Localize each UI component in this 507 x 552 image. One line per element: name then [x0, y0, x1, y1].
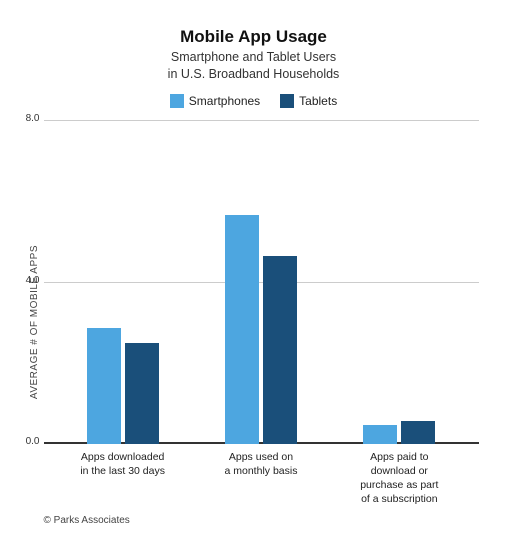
tablets-swatch [280, 94, 294, 108]
chart-container: Mobile App Usage Smartphone and Tablet U… [9, 9, 499, 544]
bar-smartphones-2 [225, 215, 259, 444]
x-labels: Apps downloadedin the last 30 days Apps … [44, 450, 479, 507]
smartphones-swatch [170, 94, 184, 108]
tablets-legend-label: Tablets [299, 94, 337, 108]
chart-area: AVERAGE # OF MOBILE APPS 8.0 4.0 0.0 [29, 120, 479, 526]
bar-group-1 [87, 328, 159, 444]
x-label-1: Apps downloadedin the last 30 days [73, 450, 173, 507]
bar-smartphones-1 [87, 328, 121, 444]
copyright: © Parks Associates [44, 515, 479, 526]
y-axis-label: AVERAGE # OF MOBILE APPS [29, 245, 40, 399]
bar-tablets-2 [263, 256, 297, 444]
x-label-3: Apps paid todownload orpurchase as parto… [349, 450, 449, 507]
grid-and-bars: 8.0 4.0 0.0 [44, 120, 479, 444]
chart-subtitle: Smartphone and Tablet Users in U.S. Broa… [29, 49, 479, 84]
bar-group-2 [225, 215, 297, 444]
bars-row [44, 120, 479, 444]
smartphones-legend-label: Smartphones [189, 94, 260, 108]
chart-legend: Smartphones Tablets [29, 94, 479, 108]
plot-area: 8.0 4.0 0.0 [44, 120, 479, 526]
bar-tablets-3 [401, 421, 435, 444]
legend-smartphones: Smartphones [170, 94, 260, 108]
legend-tablets: Tablets [280, 94, 337, 108]
chart-title: Mobile App Usage [29, 27, 479, 47]
bar-group-3 [363, 421, 435, 444]
bar-tablets-1 [125, 343, 159, 444]
bar-smartphones-3 [363, 425, 397, 444]
x-label-2: Apps used ona monthly basis [211, 450, 311, 507]
